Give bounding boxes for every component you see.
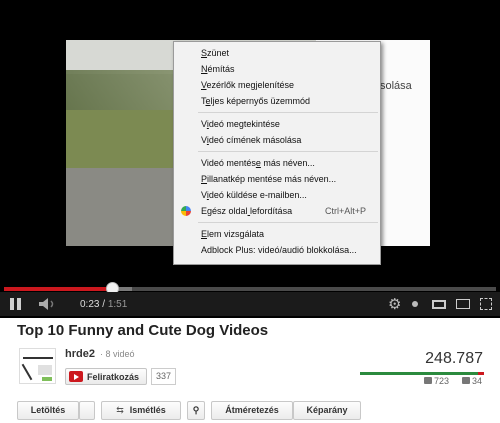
- time-duration: 1:51: [107, 298, 128, 310]
- like-ratio-fill: [360, 372, 478, 375]
- player-controls: 0:23 / 1:51 ⚙: [0, 292, 500, 316]
- time-current: 0:23: [80, 298, 100, 310]
- menu-item-show-controls[interactable]: Vezérlők megjelenítése: [174, 78, 380, 92]
- youtube-logo-icon: [69, 371, 83, 382]
- google-translate-icon: [181, 206, 191, 216]
- download-label: Letöltés: [30, 405, 66, 415]
- channel-video-count[interactable]: · 8 videó: [100, 349, 135, 359]
- menu-separator: [198, 112, 378, 113]
- menu-item-mute[interactable]: Némítás: [174, 62, 380, 76]
- thumbs-down-icon: [462, 377, 470, 384]
- loop-label: Ismétlés: [129, 405, 166, 415]
- loop-button[interactable]: ⇆ Ismétlés: [101, 401, 181, 420]
- menu-item-save-snapshot-as[interactable]: Pillanatkép mentése más néven...: [174, 172, 380, 186]
- like-dislike-bar: [360, 372, 484, 375]
- volume-icon[interactable]: [38, 296, 60, 312]
- resize-button[interactable]: Átméretezés: [211, 401, 293, 420]
- dislike-count: 34: [472, 376, 483, 386]
- download-button[interactable]: Letöltés: [17, 401, 79, 420]
- subscribe-label: Feliratkozás: [87, 372, 140, 382]
- channel-name-link[interactable]: hrde2: [65, 348, 95, 360]
- like-count: 723: [434, 376, 450, 386]
- view-count: 248.787: [425, 350, 483, 367]
- loop-icon: ⇆: [116, 405, 124, 415]
- subscriber-count: 337: [151, 368, 176, 385]
- menu-separator: [198, 151, 378, 152]
- pause-icon[interactable]: [10, 296, 24, 312]
- time-display: 0:23 / 1:51: [80, 298, 128, 310]
- subscribe-button[interactable]: Feliratkozás: [65, 368, 147, 385]
- small-player-icon[interactable]: [432, 300, 446, 309]
- video-overlay-text: solása: [380, 80, 412, 92]
- fullscreen-icon[interactable]: [480, 298, 492, 310]
- pin-button[interactable]: ⚲: [187, 401, 205, 420]
- menu-item-translate-page[interactable]: Egész oldal lefordítása Ctrl+Alt+P: [174, 204, 380, 218]
- video-title: Top 10 Funny and Cute Dog Videos: [17, 322, 269, 339]
- menu-item-email-video[interactable]: Videó küldése e-mailben...: [174, 188, 380, 202]
- thumbs-up-icon: [424, 377, 432, 384]
- menu-separator: [198, 222, 378, 223]
- download-dropdown-button[interactable]: [79, 401, 95, 420]
- menu-item-fullscreen[interactable]: Teljes képernyős üzemmód: [174, 94, 380, 108]
- pin-icon: ⚲: [192, 405, 200, 415]
- large-player-icon[interactable]: [456, 299, 470, 309]
- menu-item-copy-video-url[interactable]: Videó címének másolása: [174, 133, 380, 147]
- menu-item-save-video-as[interactable]: Videó mentése más néven...: [174, 156, 380, 170]
- annotations-icon[interactable]: [412, 301, 418, 307]
- menu-item-pause[interactable]: Szünet: [174, 46, 380, 60]
- menu-shortcut: Ctrl+Alt+P: [324, 206, 366, 216]
- like-button[interactable]: 723: [424, 376, 449, 386]
- dislike-button[interactable]: 34: [462, 376, 482, 386]
- aspect-label: Képarány: [306, 405, 348, 415]
- aspect-ratio-button[interactable]: Képarány: [293, 401, 361, 420]
- progress-bar[interactable]: [4, 287, 496, 291]
- context-menu: Szünet Némítás Vezérlők megjelenítése Te…: [173, 41, 381, 265]
- menu-item-adblock-block-media[interactable]: Adblock Plus: videó/audió blokkolása...: [174, 243, 380, 257]
- channel-avatar[interactable]: [19, 348, 56, 384]
- gear-icon[interactable]: ⚙: [388, 296, 401, 313]
- menu-item-inspect-element[interactable]: Elem vizsgálata: [174, 227, 380, 241]
- resize-label: Átméretezés: [225, 405, 279, 415]
- progress-played: [4, 287, 112, 291]
- menu-item-view-video[interactable]: Videó megtekintése: [174, 117, 380, 131]
